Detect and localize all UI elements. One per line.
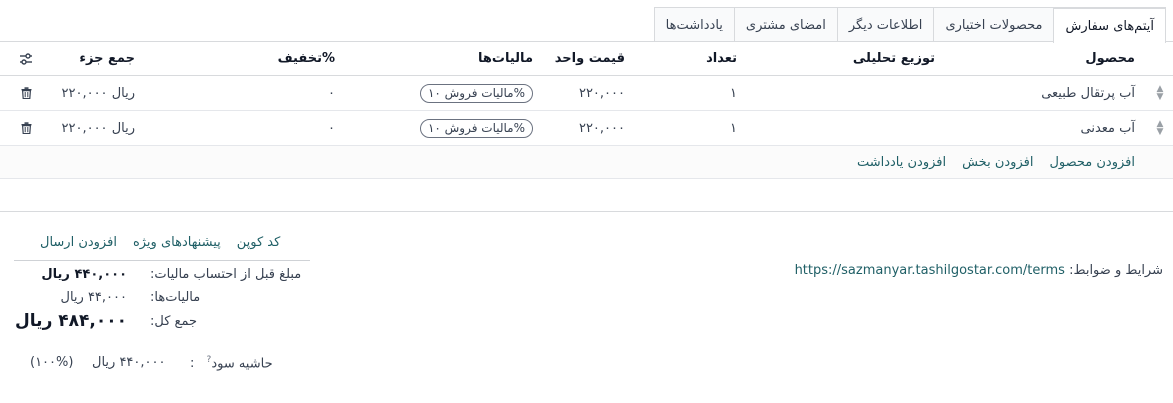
notebook-tabs: آیتم‌های سفارش محصولات اختیاری اطلاعات د… <box>653 7 1166 43</box>
section-divider <box>0 211 1173 212</box>
add-line-row: افزودن محصول افزودن بخش افزودن یادداشت <box>0 146 1173 179</box>
margin-value: ۴۴۰,۰۰۰ ریال <box>92 355 166 370</box>
header-discount[interactable]: تخفیف% <box>278 42 335 75</box>
order-lines-header: محصول توزیع تحلیلی تعداد قیمت واحد مالیا… <box>0 42 1173 76</box>
tab-customer-signature[interactable]: امضای مشتری <box>733 7 838 42</box>
terms-and-conditions: شرایط و ضوابط: https://sazmanyar.tashilg… <box>795 263 1163 278</box>
line-product[interactable]: آب معدنی <box>1081 111 1136 145</box>
header-analytic-distribution[interactable]: توزیع تحلیلی <box>853 42 935 75</box>
line-taxes[interactable]: مالیات فروش ۱۰% <box>419 111 533 145</box>
terms-url[interactable]: https://sazmanyar.tashilgostar.com/terms <box>795 263 1065 278</box>
line-discount[interactable]: ۰ <box>328 76 335 110</box>
totals-divider <box>14 260 310 261</box>
add-note-link[interactable]: افزودن یادداشت <box>857 155 946 170</box>
line-taxes[interactable]: مالیات فروش ۱۰% <box>419 76 533 110</box>
margin-label: حاشیه سود? : <box>190 355 273 371</box>
untaxed-amount-label: مبلغ قبل از احتساب مالیات: <box>150 267 302 282</box>
header-unit-price[interactable]: قیمت واحد <box>555 42 625 75</box>
total-value: ۴۸۴,۰۰۰ ریال <box>15 311 127 331</box>
special-offers-button[interactable]: پیشنهادهای ویژه <box>133 235 221 253</box>
margin-percent: (۱۰۰%) <box>30 355 74 370</box>
trash-icon[interactable] <box>16 76 36 110</box>
column-settings-icon[interactable] <box>16 42 36 75</box>
line-unit-price[interactable]: ۲۲۰,۰۰۰ <box>579 76 625 110</box>
untaxed-amount-value: ۴۴۰,۰۰۰ ریال <box>41 267 127 282</box>
header-quantity[interactable]: تعداد <box>706 42 737 75</box>
tax-badge: مالیات فروش ۱۰% <box>419 118 533 138</box>
coupon-code-button[interactable]: کد کوپن <box>237 235 281 253</box>
line-quantity[interactable]: ۱ <box>730 76 737 110</box>
margin-colon: : <box>190 356 195 372</box>
table-row[interactable]: ▲ ▼ آب معدنی ۱ ۲۲۰,۰۰۰ مالیات فروش ۱۰% ۰ … <box>0 111 1173 146</box>
header-product[interactable]: محصول <box>1085 42 1135 75</box>
promo-links: کد کوپن پیشنهادهای ویژه افزودن ارسال <box>40 235 280 253</box>
drag-handle-icon[interactable]: ▲ ▼ <box>1150 111 1170 145</box>
taxes-value: ۴۴,۰۰۰ ریال <box>60 290 127 305</box>
tab-notes[interactable]: یادداشت‌ها <box>653 7 735 42</box>
line-quantity[interactable]: ۱ <box>730 111 737 145</box>
tax-badge: مالیات فروش ۱۰% <box>419 83 533 103</box>
table-row[interactable]: ▲ ▼ آب پرتقال طبیعی ۱ ۲۲۰,۰۰۰ مالیات فروش… <box>0 76 1173 111</box>
trash-icon[interactable] <box>16 111 36 145</box>
line-unit-price[interactable]: ۲۲۰,۰۰۰ <box>579 111 625 145</box>
line-discount[interactable]: ۰ <box>328 111 335 145</box>
line-subtotal: ۲۲۰,۰۰۰ ریال <box>61 120 135 136</box>
total-label: جمع کل: <box>150 314 198 329</box>
add-product-link[interactable]: افزودن محصول <box>1049 155 1135 170</box>
line-product[interactable]: آب پرتقال طبیعی <box>1041 76 1135 110</box>
add-section-link[interactable]: افزودن بخش <box>962 155 1033 170</box>
tab-other-info[interactable]: اطلاعات دیگر <box>836 7 935 42</box>
header-subtotal[interactable]: جمع جزء <box>79 42 135 75</box>
drag-handle-icon[interactable]: ▲ ▼ <box>1150 76 1170 110</box>
tab-optional-products[interactable]: محصولات اختیاری <box>933 7 1055 42</box>
line-subtotal: ۲۲۰,۰۰۰ ریال <box>61 85 135 101</box>
terms-label: شرایط و ضوابط: <box>1069 263 1163 278</box>
header-taxes[interactable]: مالیات‌ها <box>478 42 533 75</box>
add-shipping-button[interactable]: افزودن ارسال <box>40 235 117 253</box>
margin-label-text: حاشیه سود <box>211 356 273 372</box>
tab-order-lines[interactable]: آیتم‌های سفارش <box>1053 7 1166 43</box>
taxes-label: مالیات‌ها: <box>150 290 201 305</box>
